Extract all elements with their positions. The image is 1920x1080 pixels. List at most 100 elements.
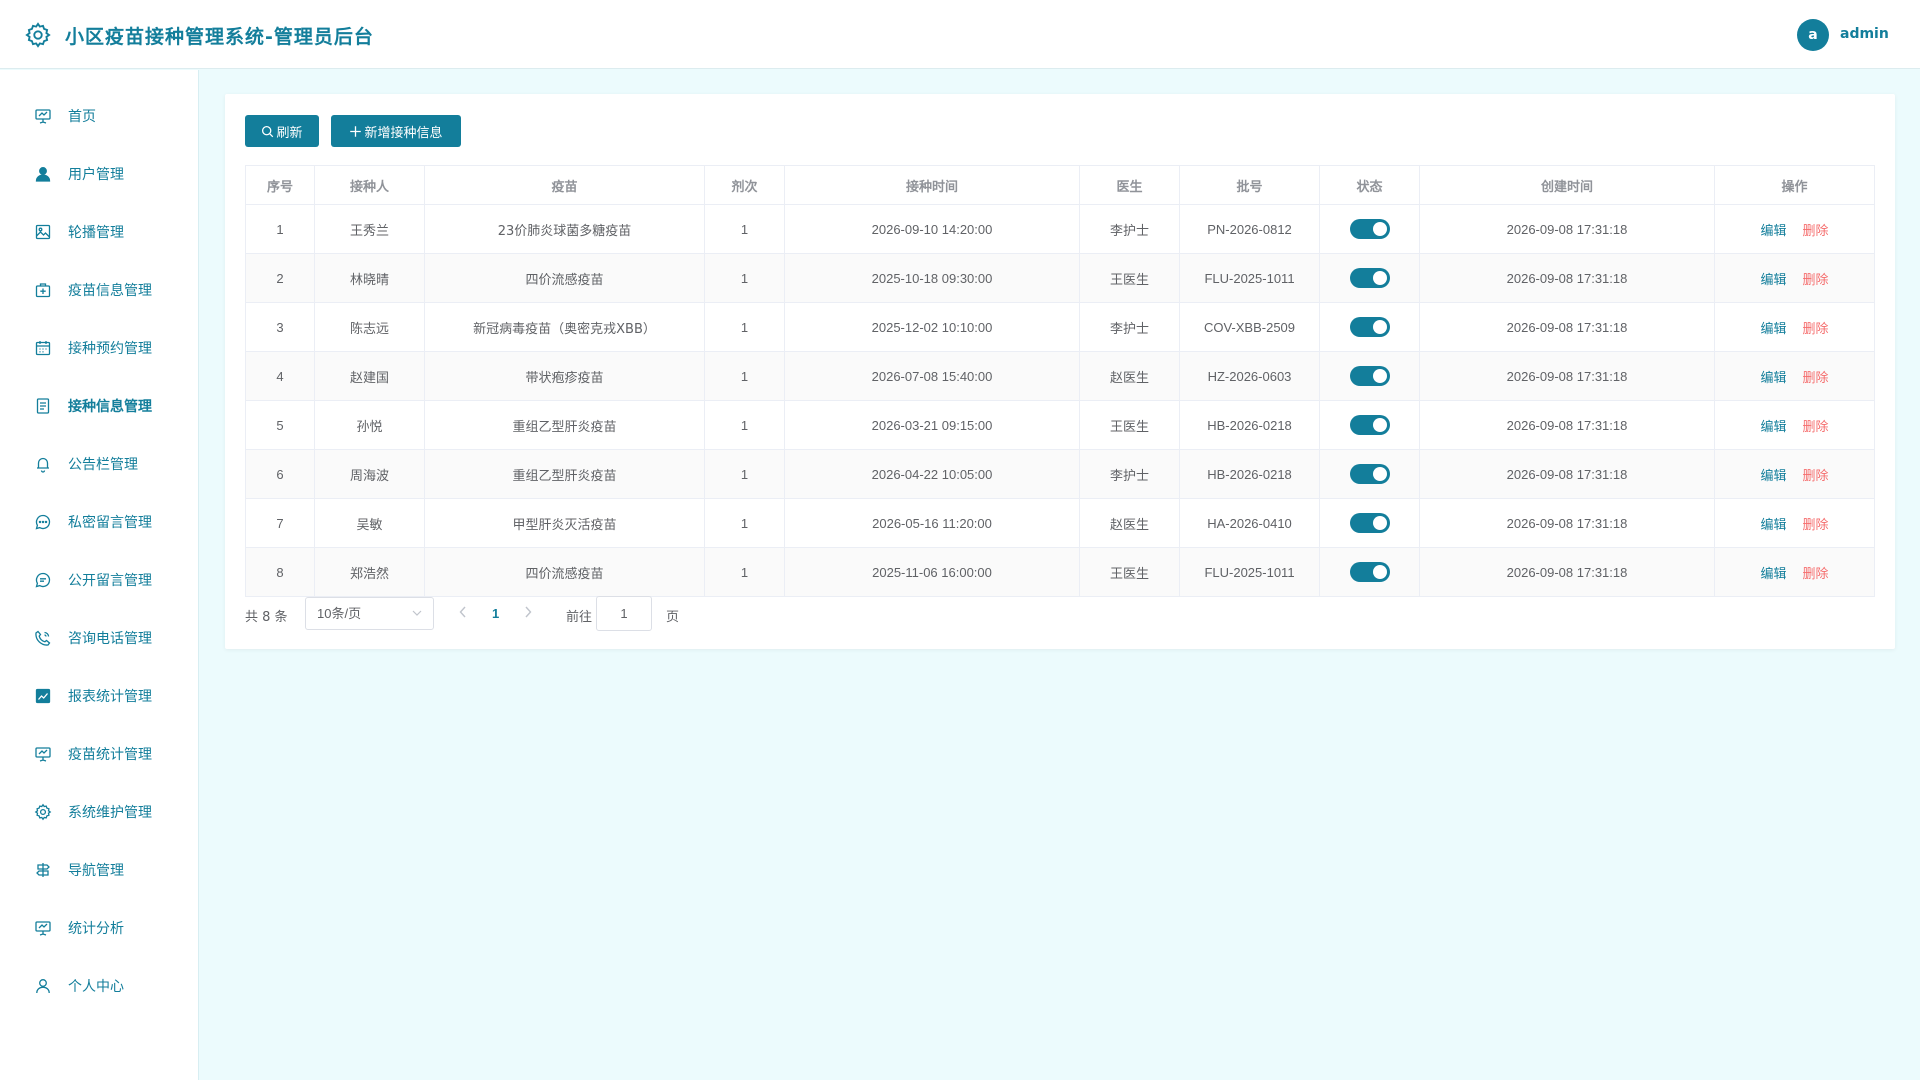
sidebar-item-label: 系统维护管理	[68, 805, 152, 821]
cell-actions: 编辑 删除	[1714, 302, 1875, 352]
page-number-1[interactable]: 1	[492, 606, 499, 621]
status-toggle[interactable]	[1349, 562, 1390, 582]
status-toggle[interactable]	[1349, 366, 1390, 386]
cell-vaccination-time: 2026-05-16 11:20:00	[784, 498, 1080, 548]
edit-button[interactable]: 编辑	[1760, 322, 1786, 337]
sidebar-item-7[interactable]: 私密留言管理	[0, 493, 199, 551]
edit-button[interactable]: 编辑	[1760, 518, 1786, 533]
sidebar-item-3[interactable]: 疫苗信息管理	[0, 261, 199, 319]
delete-button[interactable]: 删除	[1803, 371, 1829, 386]
user-icon	[35, 167, 51, 182]
avatar[interactable]: a	[1797, 19, 1829, 51]
edit-button[interactable]: 编辑	[1760, 420, 1786, 435]
status-toggle[interactable]	[1349, 268, 1390, 288]
cell-created-time: 2026-09-08 17:31:18	[1419, 204, 1715, 254]
column-header: 状态	[1319, 165, 1420, 205]
sidebar-item-12[interactable]: 系统维护管理	[0, 783, 199, 841]
delete-button[interactable]: 删除	[1803, 273, 1829, 288]
refresh-button[interactable]: 刷新	[245, 115, 319, 147]
cell-dose: 1	[704, 498, 785, 548]
delete-button[interactable]: 删除	[1803, 224, 1829, 239]
delete-button[interactable]: 删除	[1803, 518, 1829, 533]
gear-icon	[34, 803, 52, 821]
cell-batch: PN-2026-0812	[1179, 204, 1320, 254]
goto-label: 前往	[566, 610, 593, 625]
medicine-box-icon	[35, 283, 51, 298]
sidebar-item-label: 疫苗信息管理	[68, 283, 152, 299]
edit-button[interactable]: 编辑	[1760, 273, 1786, 288]
cell-vaccine: 带状疱疹疫苗	[424, 351, 705, 401]
cell-batch: FLU-2025-1011	[1179, 253, 1320, 303]
goto-page-input[interactable]	[596, 596, 652, 631]
sidebar-item-13[interactable]: 导航管理	[0, 841, 199, 899]
cell-created-time: 2026-09-08 17:31:18	[1419, 449, 1715, 499]
sidebar-item-label: 公告栏管理	[68, 457, 138, 473]
sidebar-item-5[interactable]: 接种信息管理	[0, 377, 199, 435]
column-header: 序号	[245, 165, 315, 205]
cell-doctor: 赵医生	[1079, 351, 1180, 401]
cell-actions: 编辑 删除	[1714, 547, 1875, 597]
sidebar-item-14[interactable]: 统计分析	[0, 899, 199, 957]
cell-dose: 1	[704, 253, 785, 303]
total-count: 共 8 条	[245, 610, 288, 625]
status-toggle[interactable]	[1349, 464, 1390, 484]
cell-vaccination-time: 2025-11-06 16:00:00	[784, 547, 1080, 597]
cell-vaccination-time: 2026-03-21 09:15:00	[784, 400, 1080, 450]
cell-actions: 编辑 删除	[1714, 449, 1875, 499]
status-toggle[interactable]	[1349, 415, 1390, 435]
cell-dose: 1	[704, 400, 785, 450]
sidebar-item-15[interactable]: 个人中心	[0, 957, 199, 1015]
delete-button[interactable]: 删除	[1803, 322, 1829, 337]
table-row: 1 王秀兰 23价肺炎球菌多糖疫苗 1 2026-09-10 14:20:00 李护士 PN…	[245, 204, 1875, 254]
sidebar-item-10[interactable]: 报表统计管理	[0, 667, 199, 725]
sidebar-item-label: 轮播管理	[68, 225, 124, 241]
cell-vaccination-time: 2026-04-22 10:05:00	[784, 449, 1080, 499]
calendar-icon	[35, 341, 51, 356]
sidebar-item-1[interactable]: 用户管理	[0, 145, 199, 203]
sidebar-item-8[interactable]: 公开留言管理	[0, 551, 199, 609]
column-header: 操作	[1714, 165, 1875, 205]
cell-batch: HB-2026-0218	[1179, 400, 1320, 450]
cell-person: 吴敏	[314, 498, 425, 548]
sidebar-item-0[interactable]: 首页	[0, 87, 199, 145]
sidebar-item-2[interactable]: 轮播管理	[0, 203, 199, 261]
edit-button[interactable]: 编辑	[1760, 469, 1786, 484]
presentation-icon	[35, 747, 51, 762]
table-row: 6 周海波 重组乙型肝炎疫苗 1 2026-04-22 10:05:00 李护士 HB-20…	[245, 449, 1875, 499]
document-icon	[36, 398, 50, 414]
cell-actions: 编辑 删除	[1714, 253, 1875, 303]
status-toggle[interactable]	[1349, 317, 1390, 337]
cell-dose: 1	[704, 547, 785, 597]
cell-doctor: 赵医生	[1079, 498, 1180, 548]
cell-index: 6	[245, 449, 315, 499]
edit-button[interactable]: 编辑	[1760, 567, 1786, 582]
table-row: 3 陈志远 新冠病毒疫苗（奥密克戎XBB） 1 2025-12-02 10:10:00 李…	[245, 302, 1875, 352]
cell-vaccine: 重组乙型肝炎疫苗	[424, 449, 705, 499]
cell-batch: HA-2026-0410	[1179, 498, 1320, 548]
edit-button[interactable]: 编辑	[1760, 371, 1786, 386]
table-row: 7 吴敏 甲型肝炎灭活疫苗 1 2026-05-16 11:20:00 赵医生 HA-202…	[245, 498, 1875, 548]
cell-person: 孙悦	[314, 400, 425, 450]
gear-icon	[25, 22, 51, 48]
sidebar-item-9[interactable]: 咨询电话管理	[0, 609, 199, 667]
page-size-select[interactable]: 10条/页	[305, 597, 434, 630]
cell-person: 赵建国	[314, 351, 425, 401]
username[interactable]: admin	[1840, 26, 1889, 42]
cell-batch: HZ-2026-0603	[1179, 351, 1320, 401]
sidebar-item-6[interactable]: 公告栏管理	[0, 435, 199, 493]
cell-person: 郑浩然	[314, 547, 425, 597]
delete-button[interactable]: 删除	[1803, 567, 1829, 582]
prev-page-icon[interactable]	[459, 606, 467, 622]
cell-status	[1319, 351, 1420, 401]
next-page-icon[interactable]	[524, 606, 532, 622]
delete-button[interactable]: 删除	[1803, 420, 1829, 435]
status-toggle[interactable]	[1349, 219, 1390, 239]
status-toggle[interactable]	[1349, 513, 1390, 533]
column-header: 剂次	[704, 165, 785, 205]
sidebar-item-4[interactable]: 接种预约管理	[0, 319, 199, 377]
add-vaccination-button[interactable]: 新增接种信息	[331, 115, 461, 147]
delete-button[interactable]: 删除	[1803, 469, 1829, 484]
edit-button[interactable]: 编辑	[1760, 224, 1786, 239]
sidebar-item-11[interactable]: 疫苗统计管理	[0, 725, 199, 783]
table-row: 5 孙悦 重组乙型肝炎疫苗 1 2026-03-21 09:15:00 王医生 HB-202…	[245, 400, 1875, 450]
